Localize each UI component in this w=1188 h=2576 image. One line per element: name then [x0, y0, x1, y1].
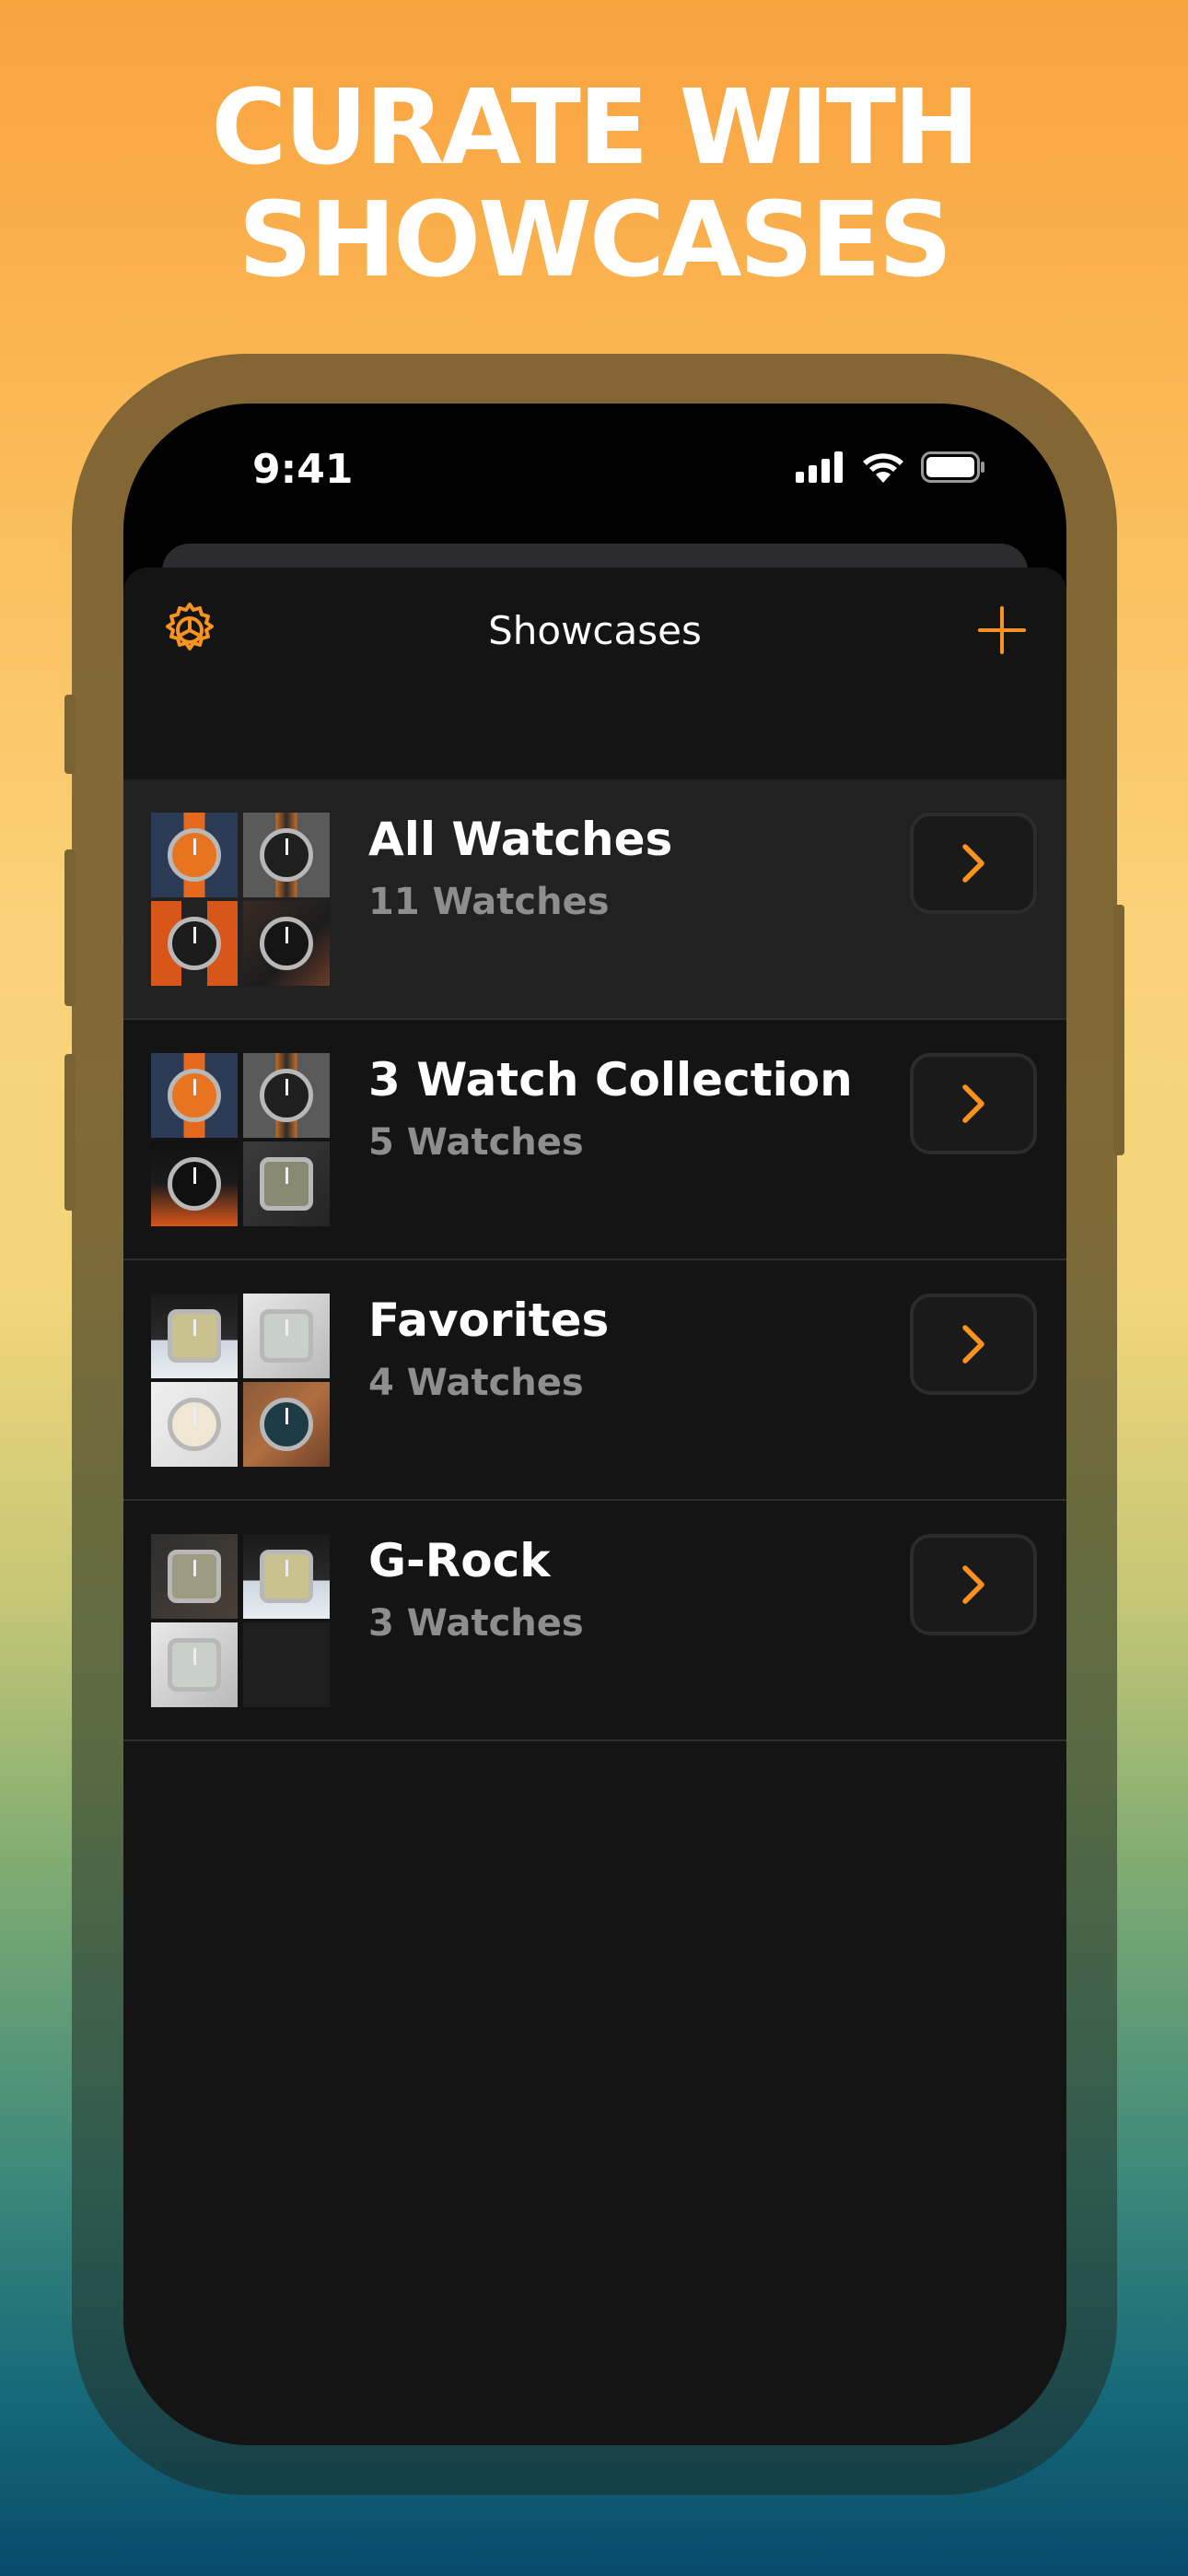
watch-face [168, 1638, 221, 1692]
watch-thumbnail [151, 1294, 238, 1378]
showcase-title: Favorites [368, 1294, 610, 1347]
watch-thumbnail [243, 1294, 330, 1378]
chevron-right-icon [962, 1565, 984, 1604]
phone-screen: 9:41 Showcases All Watches 11 Watches 3 … [123, 404, 1066, 2445]
watch-thumbnail [243, 901, 330, 986]
showcase-watch-count: 11 Watches [368, 881, 610, 923]
headline-line-1: CURATE WITH [211, 68, 980, 188]
watch-face [260, 1309, 313, 1363]
showcase-row[interactable]: All Watches 11 Watches [123, 779, 1066, 1020]
showcase-row[interactable]: 3 Watch Collection 5 Watches [123, 1020, 1066, 1260]
chevron-right-icon [962, 1325, 984, 1364]
watch-face [260, 1550, 313, 1603]
watch-face [168, 1069, 221, 1122]
watch-thumbnail [243, 1053, 330, 1138]
watch-thumbnail [243, 813, 330, 897]
watch-thumbnail [243, 1534, 330, 1619]
showcase-watch-count: 3 Watches [368, 1602, 584, 1645]
volume-down-button [64, 1054, 76, 1211]
page-title: Showcases [488, 608, 702, 653]
watch-face [260, 828, 313, 882]
chevron-right-icon [962, 844, 984, 883]
wifi-icon [863, 453, 903, 483]
watch-thumbnail [151, 1053, 238, 1138]
battery-icon [921, 451, 984, 483]
watch-face [168, 917, 221, 970]
headline: CURATE WITH SHOWCASES [0, 72, 1188, 297]
watch-thumbnail [151, 1142, 238, 1226]
watch-face [168, 1157, 221, 1211]
status-bar: 9:41 [123, 404, 1066, 542]
showcase-title: G-Rock [368, 1534, 551, 1587]
watch-face [260, 1398, 313, 1451]
watch-thumbnail [151, 813, 238, 897]
watch-thumbnail [243, 1142, 330, 1226]
showcase-thumbnail-grid [151, 1534, 330, 1707]
watch-thumbnail [243, 1382, 330, 1467]
showcase-row[interactable]: Favorites 4 Watches [123, 1260, 1066, 1501]
chevron-right-icon [962, 1084, 984, 1123]
action-button [64, 695, 76, 774]
headline-line-2: SHOWCASES [238, 181, 953, 300]
add-showcase-button[interactable] [974, 603, 1030, 658]
plus-icon [978, 606, 1026, 654]
status-time: 9:41 [252, 446, 354, 493]
showcase-title: All Watches [368, 813, 673, 866]
showcase-watch-count: 4 Watches [368, 1362, 584, 1404]
showcase-title: 3 Watch Collection [368, 1053, 853, 1107]
watch-thumbnail [243, 1622, 330, 1707]
showcases-sheet: Showcases All Watches 11 Watches 3 Watch C… [123, 568, 1066, 2445]
open-showcase-button[interactable] [910, 813, 1037, 914]
showcase-thumbnail-grid [151, 813, 330, 986]
watch-thumbnail [151, 1534, 238, 1619]
watch-face [168, 1550, 221, 1603]
status-icons [796, 451, 985, 483]
power-button [1113, 905, 1124, 1155]
showcase-row[interactable]: G-Rock 3 Watches [123, 1501, 1066, 1741]
watch-face [168, 1309, 221, 1363]
cellular-signal-icon [796, 451, 843, 483]
showcase-watch-count: 5 Watches [368, 1121, 584, 1164]
watch-face [260, 1157, 313, 1211]
navigation-bar: Showcases [123, 568, 1066, 706]
showcase-thumbnail-grid [151, 1053, 330, 1226]
showcase-list: All Watches 11 Watches 3 Watch Collection 5… [123, 779, 1066, 1741]
watch-thumbnail [151, 901, 238, 986]
showcase-thumbnail-grid [151, 1294, 330, 1467]
watch-thumbnail [151, 1622, 238, 1707]
watch-thumbnail [151, 1382, 238, 1467]
volume-up-button [64, 849, 76, 1006]
watch-face [168, 828, 221, 882]
open-showcase-button[interactable] [910, 1534, 1037, 1635]
open-showcase-button[interactable] [910, 1294, 1037, 1395]
watch-face [260, 1069, 313, 1122]
watch-face [168, 1398, 221, 1451]
open-showcase-button[interactable] [910, 1053, 1037, 1154]
watch-face [260, 917, 313, 970]
